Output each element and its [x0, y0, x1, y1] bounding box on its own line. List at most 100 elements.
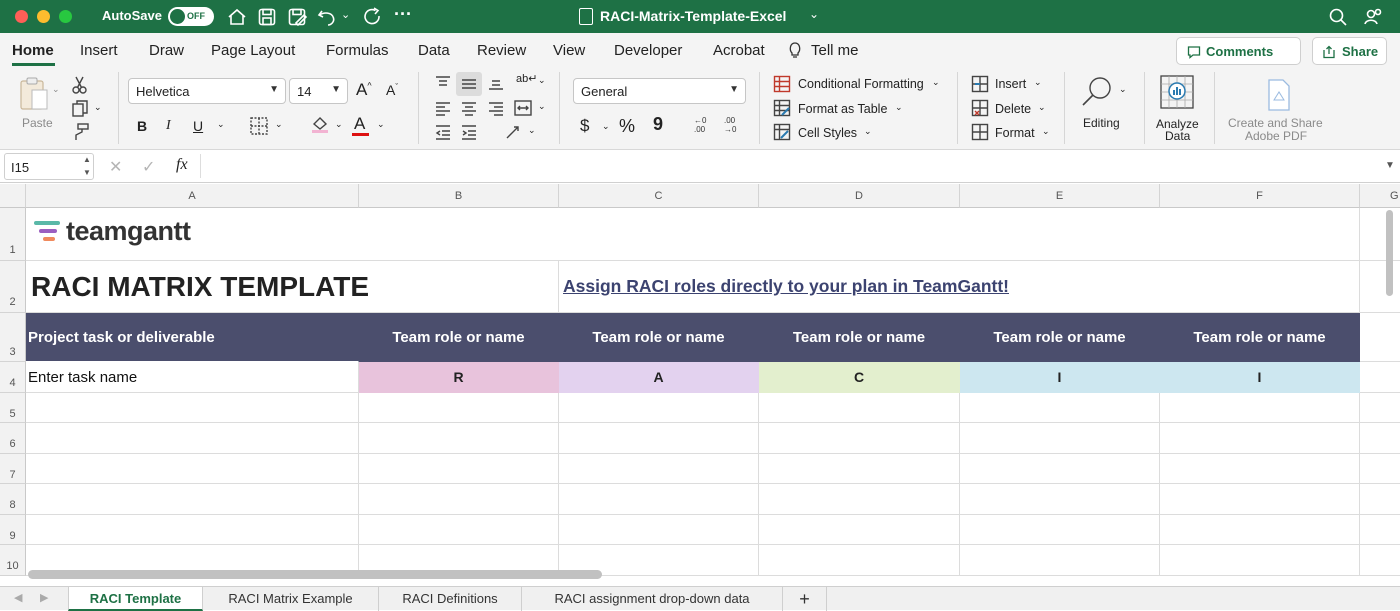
align-center-icon[interactable] — [459, 98, 479, 118]
raci-cell[interactable]: I — [1160, 362, 1360, 393]
column-header[interactable]: F — [1160, 184, 1360, 208]
tab-formulas[interactable]: Formulas — [326, 42, 389, 59]
align-right-icon[interactable] — [486, 98, 506, 118]
raci-cell[interactable]: A — [559, 362, 759, 393]
analyze-label-line2[interactable]: Data — [1165, 129, 1190, 143]
header-cell-role[interactable]: Team role or name — [759, 313, 960, 362]
conditional-formatting-icon[interactable] — [773, 75, 791, 93]
wrap-dropdown-icon[interactable]: ⌄ — [538, 75, 546, 86]
header-cell-role[interactable]: Team role or name — [559, 313, 759, 362]
cell-styles-label[interactable]: Cell Styles — [798, 126, 857, 140]
horizontal-scrollbar-thumb[interactable] — [28, 570, 602, 579]
grid-cell[interactable] — [1360, 454, 1400, 484]
column-header[interactable]: A — [26, 184, 359, 208]
copy-dropdown-icon[interactable]: ⌄ — [94, 102, 102, 113]
share-button[interactable]: Share — [1312, 37, 1387, 65]
grid-cell[interactable] — [1360, 545, 1400, 576]
task-cell[interactable]: Enter task name — [26, 362, 359, 393]
header-cell-role[interactable]: Team role or name — [960, 313, 1160, 362]
grid-cell[interactable] — [26, 515, 359, 545]
teamgantt-link[interactable]: Assign RACI roles directly to your plan … — [563, 276, 1009, 297]
grid-cell[interactable] — [1160, 454, 1360, 484]
conditional-formatting-label[interactable]: Conditional Formatting — [798, 77, 924, 91]
grid-cell[interactable] — [1360, 313, 1400, 362]
autosave-toggle[interactable]: OFF — [168, 7, 214, 26]
grid-cell[interactable] — [26, 454, 359, 484]
comments-button[interactable]: Comments — [1176, 37, 1301, 65]
grid-cell[interactable] — [359, 484, 559, 515]
wrap-text-icon[interactable]: ab↵ — [516, 72, 537, 85]
row-header[interactable]: 8 — [0, 484, 26, 515]
font-name-dropdown[interactable]: Helvetica ▼ — [128, 78, 286, 104]
grid-cell[interactable] — [1360, 362, 1400, 393]
underline-dropdown-icon[interactable]: ⌄ — [217, 119, 225, 130]
grid-cell[interactable] — [960, 393, 1160, 423]
borders-dropdown-icon[interactable]: ⌄ — [275, 119, 283, 130]
grid-cell[interactable] — [1360, 484, 1400, 515]
format-label[interactable]: Format — [995, 126, 1035, 140]
formula-input[interactable] — [205, 153, 1380, 180]
undo-icon[interactable] — [316, 6, 338, 28]
fill-color-dropdown-icon[interactable]: ⌄ — [335, 119, 343, 130]
home-icon[interactable] — [226, 6, 248, 28]
currency-dropdown-icon[interactable]: ⌄ — [602, 121, 610, 132]
fill-color-icon[interactable] — [310, 114, 330, 134]
tab-acrobat[interactable]: Acrobat — [713, 42, 765, 59]
column-header[interactable]: B — [359, 184, 559, 208]
increase-decimal-icon[interactable]: ←0.00 — [694, 116, 716, 138]
grid-cell[interactable] — [1360, 261, 1400, 313]
decrease-indent-icon[interactable] — [433, 122, 453, 142]
format-painter-icon[interactable] — [70, 122, 90, 142]
redo-icon[interactable] — [361, 6, 383, 28]
font-color-icon[interactable]: A — [354, 114, 365, 134]
vertical-scrollbar-thumb[interactable] — [1386, 210, 1393, 296]
font-size-dropdown[interactable]: 14 ▼ — [289, 78, 348, 104]
name-box[interactable]: I15 ▲ ▼ — [4, 153, 94, 180]
cond-format-dropdown-icon[interactable]: ⌄ — [932, 77, 940, 88]
grid-cell[interactable] — [359, 454, 559, 484]
save-as-icon[interactable] — [286, 6, 308, 28]
grid-cell[interactable] — [26, 423, 359, 454]
column-header[interactable]: D — [759, 184, 960, 208]
delete-dropdown-icon[interactable]: ⌄ — [1038, 102, 1046, 113]
tab-home[interactable]: Home — [12, 42, 54, 59]
logo-row[interactable]: teamgantt — [26, 208, 1360, 261]
tell-me-search[interactable]: Tell me — [811, 42, 859, 59]
grid-cell[interactable] — [1160, 545, 1360, 576]
grid-cell[interactable] — [559, 393, 759, 423]
account-icon[interactable] — [1363, 6, 1385, 28]
grid-cell[interactable] — [1160, 484, 1360, 515]
row-header[interactable]: 5 — [0, 393, 26, 423]
add-sheet-button[interactable]: + — [783, 587, 827, 611]
sheet-tab-raci-definitions[interactable]: RACI Definitions — [379, 587, 522, 611]
title-cell[interactable]: RACI MATRIX TEMPLATE — [26, 261, 559, 313]
prev-sheet-icon[interactable]: ◀ — [14, 591, 22, 604]
header-cell-role[interactable]: Team role or name — [1160, 313, 1360, 362]
italic-button[interactable]: I — [166, 118, 171, 134]
grid-cell[interactable] — [960, 515, 1160, 545]
undo-dropdown-icon[interactable]: ⌄ — [341, 8, 350, 21]
grid-cell[interactable] — [1360, 515, 1400, 545]
grid-cell[interactable] — [1160, 423, 1360, 454]
borders-icon[interactable] — [249, 116, 269, 136]
sheet-tab-raci-matrix-example[interactable]: RACI Matrix Example — [203, 587, 379, 611]
paste-dropdown-icon[interactable]: ⌄ — [52, 84, 60, 95]
row-header[interactable]: 2 — [0, 261, 26, 313]
grid-cell[interactable] — [359, 393, 559, 423]
grid-cell[interactable] — [1360, 208, 1400, 261]
delete-cells-icon[interactable] — [971, 99, 989, 117]
title-dropdown-icon[interactable]: ⌄ — [809, 7, 819, 21]
sheet-tab-raci-dropdown-data[interactable]: RACI assignment drop-down data — [522, 587, 783, 611]
cut-icon[interactable] — [70, 75, 90, 95]
number-format-dropdown[interactable]: General ▼ — [573, 78, 746, 104]
grid-cell[interactable] — [759, 423, 960, 454]
column-header[interactable]: E — [960, 184, 1160, 208]
editing-label[interactable]: Editing — [1083, 116, 1120, 130]
select-all-corner[interactable] — [0, 184, 26, 208]
grid-cell[interactable] — [1360, 393, 1400, 423]
grid-cell[interactable] — [759, 545, 960, 576]
format-table-dropdown-icon[interactable]: ⌄ — [895, 102, 903, 113]
minimize-window-button[interactable] — [37, 10, 50, 23]
increase-indent-icon[interactable] — [459, 122, 479, 142]
column-header[interactable]: C — [559, 184, 759, 208]
